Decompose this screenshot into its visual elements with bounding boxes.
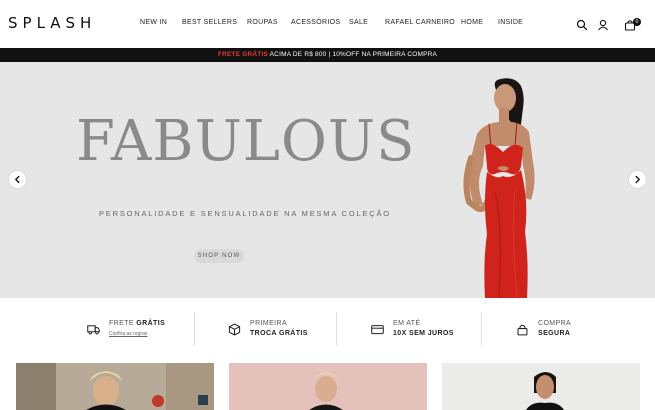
hero-prev-arrow[interactable] (9, 171, 26, 188)
divider (194, 312, 195, 346)
announcement-bar: FRETE GRÁTIS ACIMA DE R$ 800 | 10%OFF NA… (0, 48, 655, 62)
product-card-image[interactable] (442, 363, 640, 410)
benefit-title-bold: GRÁTIS (136, 320, 166, 327)
benefit-installments: EM ATÉ 10X SEM JUROS (371, 318, 481, 348)
chevron-right-icon (635, 175, 640, 184)
lock-icon (517, 324, 528, 336)
chevron-left-icon (15, 175, 20, 184)
hero-model-image (463, 78, 535, 298)
divider (481, 312, 482, 346)
benefit-title: COMPRA (538, 320, 572, 327)
benefit-title: PRIMEIRA (250, 320, 288, 327)
benefit-free-shipping: FRETE GRÁTIS Confira as regras (87, 318, 197, 348)
benefit-subtitle: SEGURA (538, 330, 571, 337)
benefit-title: FRETE GRÁTIS (109, 320, 165, 327)
nav-item-home[interactable]: HOME (461, 19, 483, 26)
benefits-bar: FRETE GRÁTIS Confira as regras PRIMEIRA … (0, 298, 655, 362)
divider (336, 312, 337, 346)
hero-subtitle: PERSONALIDADE E SENSUALIDADE NA MESMA CO… (99, 209, 391, 218)
announcement-text: ACIMA DE R$ 800 | 10%OFF NA PRIMEIRA COM… (268, 51, 438, 58)
nav-item-new-in[interactable]: NEW IN (140, 19, 167, 26)
product-photo (309, 372, 343, 410)
hero-banner[interactable]: FABULOUS PERSONALIDADE E SENSUALIDADE NA… (0, 62, 655, 298)
product-card-image[interactable] (229, 363, 427, 410)
card-icon (371, 325, 384, 335)
box-icon (228, 323, 241, 336)
shop-now-button[interactable]: SHOP NOW (194, 249, 244, 263)
benefit-free-exchange: PRIMEIRA TROCA GRÁTIS (228, 318, 338, 348)
nav-item-roupas[interactable]: ROUPAS (247, 19, 278, 26)
benefit-secure-purchase: COMPRA SEGURA (516, 318, 626, 348)
benefit-title-prefix: FRETE (109, 320, 137, 327)
benefit-title: EM ATÉ (393, 320, 421, 327)
hero-title: FABULOUS (76, 109, 416, 174)
search-icon[interactable] (576, 18, 588, 31)
user-icon[interactable] (597, 18, 609, 31)
product-photo (16, 363, 214, 410)
benefit-subtitle: TROCA GRÁTIS (250, 330, 308, 337)
truck-icon (87, 325, 100, 335)
announcement-highlight: FRETE GRÁTIS (217, 51, 268, 58)
product-card-image[interactable] (16, 363, 214, 410)
nav-item-inside[interactable]: INSIDE (498, 19, 523, 26)
main-nav: NEW IN BEST SELLERS ROUPAS ACESSÓRIOS SA… (0, 19, 655, 31)
cart-count-badge: 0 (633, 18, 641, 26)
product-photo (526, 372, 564, 410)
nav-item-acessorios[interactable]: ACESSÓRIOS (291, 19, 340, 26)
nav-item-best-sellers[interactable]: BEST SELLERS (182, 19, 237, 26)
benefit-subtitle: 10X SEM JUROS (393, 330, 454, 337)
hero-next-arrow[interactable] (629, 171, 646, 188)
nav-item-rafael-carneiro[interactable]: RAFAEL CARNEIRO (385, 19, 455, 26)
site-header: SPLASH NEW IN BEST SELLERS ROUPAS ACESSÓ… (0, 0, 655, 48)
shipping-rules-link[interactable]: Confira as regras (109, 331, 147, 337)
nav-item-sale[interactable]: SALE (349, 19, 368, 26)
